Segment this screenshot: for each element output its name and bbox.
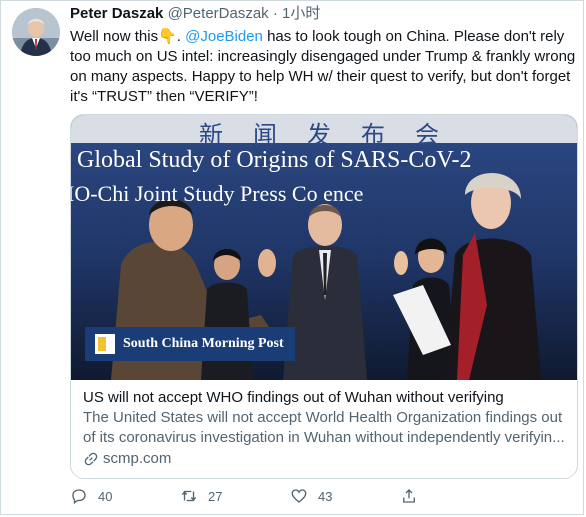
reply-count: 40	[98, 488, 113, 504]
display-name[interactable]: Peter Daszak	[70, 5, 163, 22]
card-description: The United States will not accept World …	[83, 409, 565, 446]
share-icon	[403, 489, 415, 503]
mention-link[interactable]: @JoeBiden	[185, 28, 263, 45]
tweet-text-period: .	[176, 28, 186, 45]
heart-icon	[291, 489, 307, 503]
scmp-logo: South China Morning Post	[85, 327, 295, 361]
action-bar: 40 27 43	[70, 487, 510, 505]
link-card[interactable]: 新 闻 发 布 会 Global Study of Origins of SAR…	[70, 114, 578, 479]
link-icon	[84, 452, 98, 466]
tweet-header: Peter Daszak @PeterDaszak · 1小时	[70, 4, 578, 24]
card-body: US will not accept WHO findings out of W…	[71, 380, 577, 477]
scmp-logo-mark-icon	[95, 334, 115, 354]
like-button[interactable]: 43	[290, 487, 400, 505]
scmp-logo-text: South China Morning Post	[123, 336, 284, 351]
tweet-text: Well now this👇. @JoeBiden has to look to…	[70, 27, 580, 107]
share-button[interactable]	[400, 487, 510, 505]
user-handle[interactable]: @PeterDaszak	[168, 5, 269, 22]
avatar-image	[12, 8, 60, 56]
banner-press-title: IO-Chi Joint Study Press Co ence	[71, 181, 364, 206]
tweet-content: Peter Daszak @PeterDaszak · 1小时 Well now…	[70, 4, 578, 107]
retweet-icon	[181, 490, 197, 502]
banner-study-title: Global Study of Origins of SARS-CoV-2	[77, 147, 472, 173]
pointing-down-emoji-icon: 👇	[158, 28, 177, 45]
card-domain-text: scmp.com	[103, 450, 172, 467]
card-title: US will not accept WHO findings out of W…	[83, 389, 504, 406]
retweet-button[interactable]: 27	[180, 487, 290, 505]
timestamp[interactable]: 1小时	[282, 5, 320, 22]
avatar[interactable]	[12, 8, 60, 56]
reply-button[interactable]: 40	[70, 487, 180, 505]
like-count: 43	[318, 488, 333, 504]
card-image[interactable]: 新 闻 发 布 会 Global Study of Origins of SAR…	[71, 115, 577, 380]
reply-icon	[72, 489, 86, 505]
separator-dot: ·	[272, 5, 278, 22]
banner-chinese-title: 新 闻 发 布 会	[199, 123, 451, 149]
tweet-text-start: Well now this	[70, 28, 159, 45]
retweet-count: 27	[208, 488, 223, 504]
card-domain: scmp.com	[83, 449, 565, 469]
